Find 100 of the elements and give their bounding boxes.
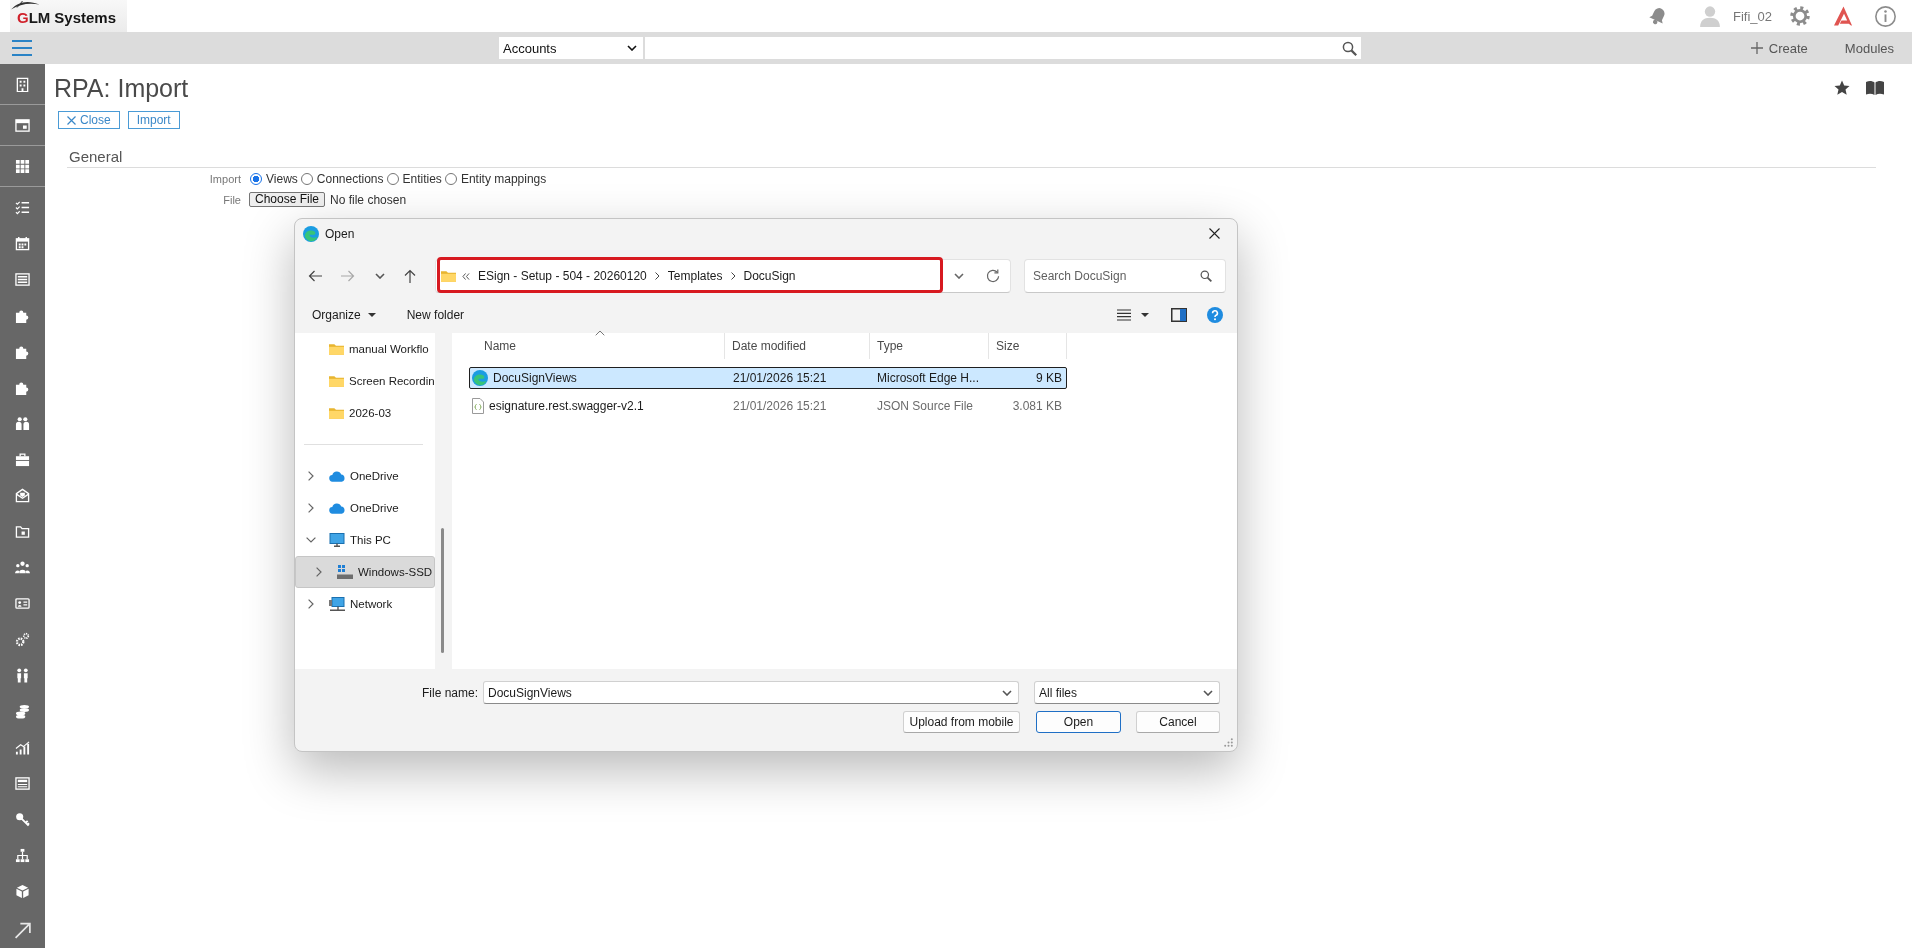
column-header[interactable]: Date modified (725, 333, 870, 359)
file-row[interactable]: esignature.rest.swagger-v2.1 21/01/2026 15:21 JSON Source File 3.081 KB (469, 395, 1067, 417)
grid-icon[interactable] (15, 158, 30, 174)
module-select[interactable]: Accounts (499, 37, 643, 59)
radio-button[interactable] (444, 172, 457, 185)
breadcrumb[interactable]: ESign - Setup - 504 - 20260120 (478, 269, 647, 283)
key-icon[interactable] (15, 811, 30, 827)
radio-label[interactable]: Entity mappings (460, 171, 547, 186)
preview-pane-icon[interactable] (1171, 307, 1187, 322)
briefcase-icon[interactable] (15, 451, 30, 467)
calendar-icon[interactable] (15, 235, 30, 251)
chevron-right-icon[interactable] (730, 272, 736, 280)
breadcrumb[interactable]: Templates (667, 269, 723, 283)
folder-icon[interactable] (15, 523, 30, 539)
envelope-icon[interactable] (15, 487, 30, 503)
id-card-icon[interactable] (15, 595, 30, 611)
list-view-icon[interactable] (1117, 308, 1131, 321)
column-header[interactable]: Type (870, 333, 989, 359)
book-icon[interactable] (1866, 80, 1884, 96)
chevron-down-icon[interactable] (954, 273, 964, 279)
nav-item[interactable]: This PC (295, 524, 435, 556)
people-icon[interactable] (15, 415, 30, 431)
modules-button[interactable]: Modules (1844, 40, 1894, 56)
chevron-right-icon[interactable] (308, 599, 314, 609)
logo-text: GLM (17, 10, 51, 26)
people-pair-icon[interactable] (15, 667, 30, 683)
sitemap-icon[interactable] (15, 847, 30, 863)
building-icon[interactable] (15, 76, 30, 92)
settings-icon[interactable] (1790, 6, 1810, 26)
create-button[interactable]: Create (1750, 40, 1808, 56)
chevron-right-icon[interactable] (316, 567, 322, 577)
triangle-logo-icon[interactable] (1833, 6, 1853, 26)
radio-button[interactable] (300, 172, 313, 185)
nav-item[interactable]: OneDrive (295, 492, 435, 524)
file-row[interactable]: DocuSignViews 21/01/2026 15:21 Microsoft Edge H... 9 KB (469, 367, 1067, 389)
folder-icon (329, 375, 344, 387)
resize-grip-icon[interactable] (1224, 738, 1233, 747)
help-icon[interactable] (1207, 306, 1223, 323)
newspaper-icon[interactable] (15, 775, 30, 791)
nav-item[interactable]: Screen Recordin (295, 365, 435, 397)
file-type-dropdown[interactable]: All files (1034, 681, 1220, 704)
network-icon (329, 597, 345, 611)
group-icon[interactable] (15, 559, 30, 575)
nav-item[interactable]: Network (295, 588, 435, 620)
file-type: JSON Source File (876, 399, 975, 413)
arrow-icon[interactable] (13, 922, 32, 940)
column-header[interactable]: Size (989, 333, 1067, 359)
file-name-combobox[interactable]: DocuSignViews (483, 681, 1019, 704)
dialog-button[interactable]: Open (1036, 711, 1121, 733)
scrollbar-thumb[interactable] (441, 528, 444, 653)
chevron-down-icon[interactable] (306, 537, 316, 543)
search-icon[interactable] (1342, 40, 1357, 56)
star-icon[interactable] (1834, 80, 1850, 96)
menu-icon[interactable] (12, 40, 32, 56)
file-status-text: No file chosen (330, 192, 407, 207)
cloud-icon (329, 470, 345, 482)
folder-icon (329, 343, 344, 355)
action-button[interactable]: Import (127, 111, 180, 129)
checklist-icon[interactable] (15, 199, 30, 215)
coins-icon[interactable] (15, 703, 30, 719)
search-field[interactable]: Search DocuSign (1024, 259, 1226, 293)
breadcrumb[interactable]: DocuSign (743, 269, 796, 283)
chevron-right-icon[interactable] (308, 471, 314, 481)
window-icon[interactable] (15, 117, 30, 133)
dialog-button[interactable]: Upload from mobile (903, 711, 1020, 733)
action-button[interactable]: Close (58, 111, 120, 129)
command-button[interactable]: Organize (312, 307, 376, 322)
chart-icon[interactable] (15, 739, 30, 755)
chevron-down-icon[interactable] (1002, 689, 1012, 696)
caret-down-icon[interactable] (1141, 312, 1149, 317)
nav-item[interactable]: OneDrive (295, 460, 435, 492)
search-field[interactable] (645, 37, 1361, 59)
choose-file-button[interactable]: Choose File (249, 192, 326, 207)
chevron-right-icon[interactable] (308, 503, 314, 513)
chevron-right-icon[interactable] (654, 272, 660, 280)
arrow-up-icon[interactable] (404, 269, 416, 283)
refresh-icon[interactable] (986, 269, 1000, 283)
radio-button[interactable] (250, 172, 262, 185)
info-icon[interactable] (1875, 5, 1896, 27)
radio-label[interactable]: Views (266, 171, 298, 186)
arrow-left-icon[interactable] (308, 270, 322, 282)
search-icon[interactable] (1200, 270, 1212, 282)
list-icon[interactable] (15, 271, 30, 287)
nav-item[interactable]: manual Workflo (295, 333, 435, 365)
dialog-button[interactable]: Cancel (1136, 711, 1220, 733)
command-button[interactable]: New folder (406, 307, 465, 322)
radio-label[interactable]: Entities (402, 171, 442, 186)
swirl-icon (303, 225, 319, 242)
column-header[interactable]: Name (469, 333, 725, 359)
radio-label[interactable]: Connections (316, 171, 384, 186)
cube-icon[interactable] (15, 883, 30, 899)
gears-icon[interactable] (15, 631, 30, 647)
chevron-down-icon[interactable] (375, 273, 385, 279)
user-name[interactable]: Fifi_02 (1732, 8, 1772, 24)
logo-text: Systems (54, 10, 117, 26)
address-bar[interactable]: ESign - Setup - 504 - 20260120 Templates DocuSign (435, 259, 1011, 293)
nav-item[interactable]: 2026-03 (295, 397, 435, 429)
double-chevron-icon[interactable] (462, 272, 470, 280)
radio-button[interactable] (386, 172, 399, 185)
nav-item[interactable]: Windows-SSD (295, 556, 435, 588)
